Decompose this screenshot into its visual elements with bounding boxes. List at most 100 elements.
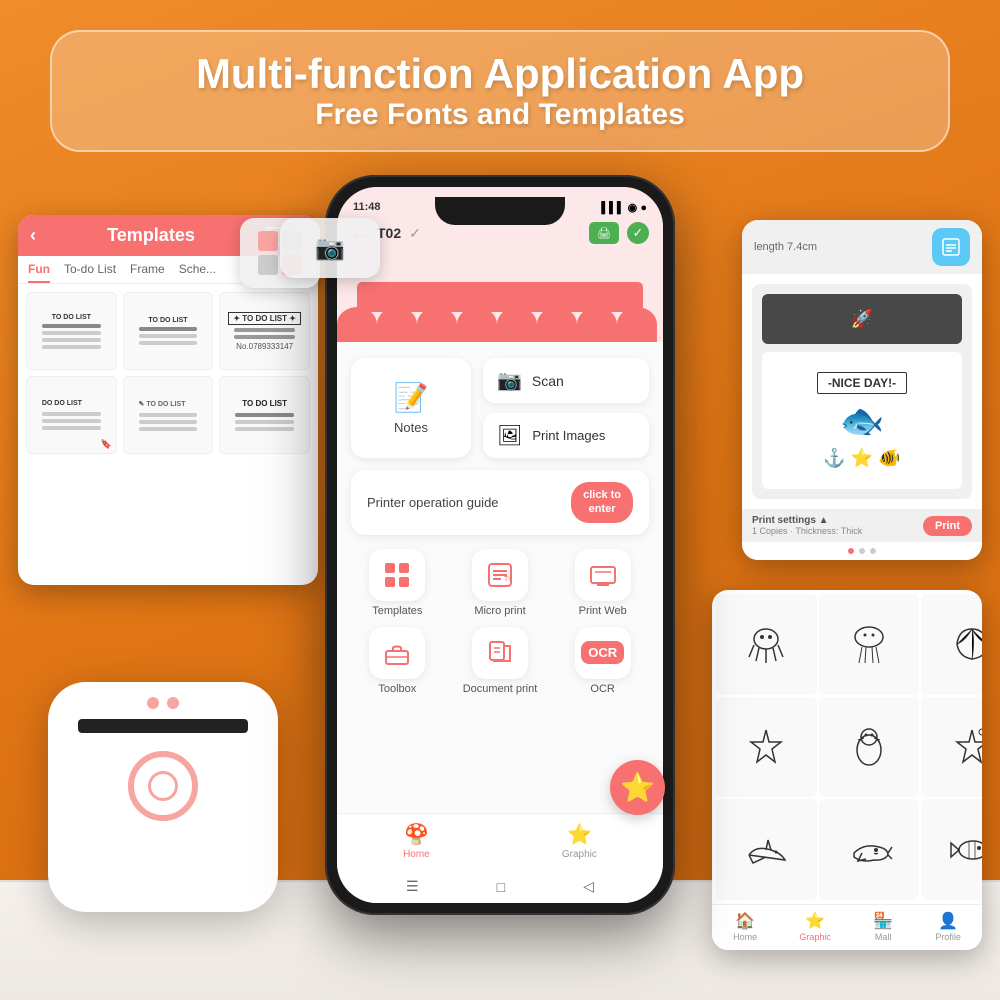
ocr-icon-box: OCR xyxy=(575,627,631,679)
topbar-print-button[interactable]: 🖨 xyxy=(589,222,619,244)
header-subtitle: Free Fonts and Templates xyxy=(82,98,918,132)
rt-dot-1 xyxy=(848,548,854,554)
whale-sticker xyxy=(844,825,894,875)
rb-graphic-label: Graphic xyxy=(799,932,831,942)
template-preview-5: ✎ TO DO LIST xyxy=(133,394,204,437)
sticker-whale[interactable] xyxy=(819,799,920,900)
rt-bottom-decoration: ⚓ ⭐ 🐠 xyxy=(823,448,900,469)
printer-power-button[interactable] xyxy=(128,751,198,821)
micro-print-icon-box: T= xyxy=(472,549,528,601)
rt-edit-button[interactable] xyxy=(932,228,970,266)
sticker-shell[interactable] xyxy=(921,594,982,695)
sys-back-icon[interactable]: ◁ xyxy=(583,878,594,895)
sticker-fish[interactable] xyxy=(921,799,982,900)
grid-sq-3 xyxy=(258,255,278,275)
rb-profile-icon: 👤 xyxy=(938,911,958,931)
rb-nav-graphic[interactable]: ⭐ Graphic xyxy=(799,911,831,942)
rt-white-card: -NICE DAY!- 🐟 ⚓ ⭐ 🐠 xyxy=(762,352,962,489)
phone-quick-actions: 📝 Notes 📷 Scan 🖼 Print Images xyxy=(351,358,649,458)
rt-header: length 7.4cm xyxy=(742,220,982,274)
lt-tab-todo[interactable]: To-do List xyxy=(64,262,116,283)
lt-template-4[interactable]: DO DO LIST 🔖 xyxy=(26,376,117,454)
grid-sq-1 xyxy=(258,231,278,251)
rt-header-text: length 7.4cm xyxy=(754,241,817,253)
template-preview-4: DO DO LIST xyxy=(36,394,107,436)
feature-document-print[interactable]: Document print xyxy=(454,627,547,695)
templates-feature-label: Templates xyxy=(372,605,422,617)
print-web-icon xyxy=(589,561,617,589)
lt-template-6[interactable]: TO DO LIST xyxy=(219,376,310,454)
lt-tab-frame[interactable]: Frame xyxy=(130,262,165,283)
fish-sticker xyxy=(947,825,982,875)
shell-sticker xyxy=(947,619,982,669)
print-web-label: Print Web xyxy=(579,605,627,617)
rt-page-dots xyxy=(742,542,982,560)
sys-menu-icon[interactable]: ☰ xyxy=(406,878,419,895)
sys-home-icon[interactable]: □ xyxy=(497,879,505,895)
rt-preview-area: 🚀 -NICE DAY!- 🐟 ⚓ ⭐ 🐠 xyxy=(742,274,982,509)
right-top-tablet: length 7.4cm 🚀 -NICE DAY!- 🐟 ⚓ ⭐ 🐠 xyxy=(742,220,982,560)
sticker-shark[interactable] xyxy=(716,799,817,900)
rb-mall-label: Mall xyxy=(875,932,892,942)
sticker-octopus[interactable] xyxy=(716,594,817,695)
status-icons: ▌▌▌ ◉ ● xyxy=(601,201,647,214)
topbar-confirm-button[interactable]: ✓ xyxy=(627,222,649,244)
notes-label: Notes xyxy=(394,420,428,435)
rb-nav-mall[interactable]: 🏪 Mall xyxy=(873,911,893,942)
graphic-nav-label: Graphic xyxy=(562,849,597,860)
print-images-icon: 🖼 xyxy=(497,423,522,448)
phone-bottom-nav: 🍄 Home ⭐ Graphic xyxy=(337,813,663,874)
rt-dark-overlay: 🚀 xyxy=(762,294,962,344)
print-images-card[interactable]: 🖼 Print Images xyxy=(483,413,649,458)
lt-tab-sche[interactable]: Sche... xyxy=(179,262,216,283)
star-icon: ⭐ xyxy=(620,771,655,804)
feature-toolbox[interactable]: Toolbox xyxy=(351,627,444,695)
scan-print-column: 📷 Scan 🖼 Print Images xyxy=(483,358,649,458)
rt-print-button[interactable]: Print xyxy=(923,516,972,536)
printer-guide-banner: Printer operation guide click to enter xyxy=(351,470,649,535)
sticker-starfish[interactable] xyxy=(716,697,817,798)
jellyfish-sticker xyxy=(844,619,894,669)
scan-card[interactable]: 📷 Scan xyxy=(483,358,649,403)
sticker-star-2[interactable] xyxy=(921,697,982,798)
rb-home-icon: 🏠 xyxy=(735,911,755,931)
nav-home[interactable]: 🍄 Home xyxy=(403,822,430,860)
print-images-label: Print Images xyxy=(532,428,605,444)
topbar-check-icon: ✓ xyxy=(409,225,421,242)
ocr-label: OCR xyxy=(590,683,614,695)
lt-template-3[interactable]: ✦ TO DO LIST ✦ No.0789333147 xyxy=(219,292,310,370)
feature-micro-print[interactable]: T= Micro print xyxy=(454,549,547,617)
notes-card[interactable]: 📝 Notes xyxy=(351,358,471,458)
animal-stickers-grid xyxy=(712,590,982,904)
rb-graphic-icon: ⭐ xyxy=(805,911,825,931)
starfish-sticker xyxy=(741,722,791,772)
notes-icon: 📝 xyxy=(394,381,429,414)
nav-graphic[interactable]: ⭐ Graphic xyxy=(562,822,597,860)
header-banner: Multi-function Application App Free Font… xyxy=(50,30,950,152)
feature-templates[interactable]: Templates xyxy=(351,549,444,617)
sticker-seal[interactable] xyxy=(819,697,920,798)
star-bubble[interactable]: ⭐ xyxy=(610,760,665,815)
printer-dot-2 xyxy=(167,697,179,709)
camera-overlay-bubble[interactable]: 📷 xyxy=(280,218,380,278)
lt-tab-fun[interactable]: Fun xyxy=(28,262,50,283)
ocr-icon: OCR xyxy=(581,641,624,664)
guide-enter-button[interactable]: click to enter xyxy=(571,482,633,523)
rt-bottom-bar: Print settings ▲ 1 Copies · Thickness: T… xyxy=(742,509,982,542)
printer-icon: 🖨 xyxy=(597,227,611,240)
check-icon: ✓ xyxy=(633,225,644,241)
sticker-jellyfish[interactable] xyxy=(819,594,920,695)
lt-template-1[interactable]: TO DO LIST xyxy=(26,292,117,370)
lt-back-button[interactable]: ‹ xyxy=(30,225,36,246)
lt-template-2[interactable]: TO DO LIST xyxy=(123,292,214,370)
printer-top-dots xyxy=(147,697,179,709)
rb-nav-profile[interactable]: 👤 Profile xyxy=(935,911,961,942)
template-preview-6: TO DO LIST xyxy=(229,393,300,437)
star-sticker xyxy=(947,722,982,772)
octopus-sticker xyxy=(741,619,791,669)
lt-template-5[interactable]: ✎ TO DO LIST xyxy=(123,376,214,454)
feature-print-web[interactable]: Print Web xyxy=(556,549,649,617)
feature-ocr[interactable]: OCR OCR xyxy=(556,627,649,695)
rb-nav-home[interactable]: 🏠 Home xyxy=(733,911,757,942)
micro-print-label: Micro print xyxy=(474,605,525,617)
